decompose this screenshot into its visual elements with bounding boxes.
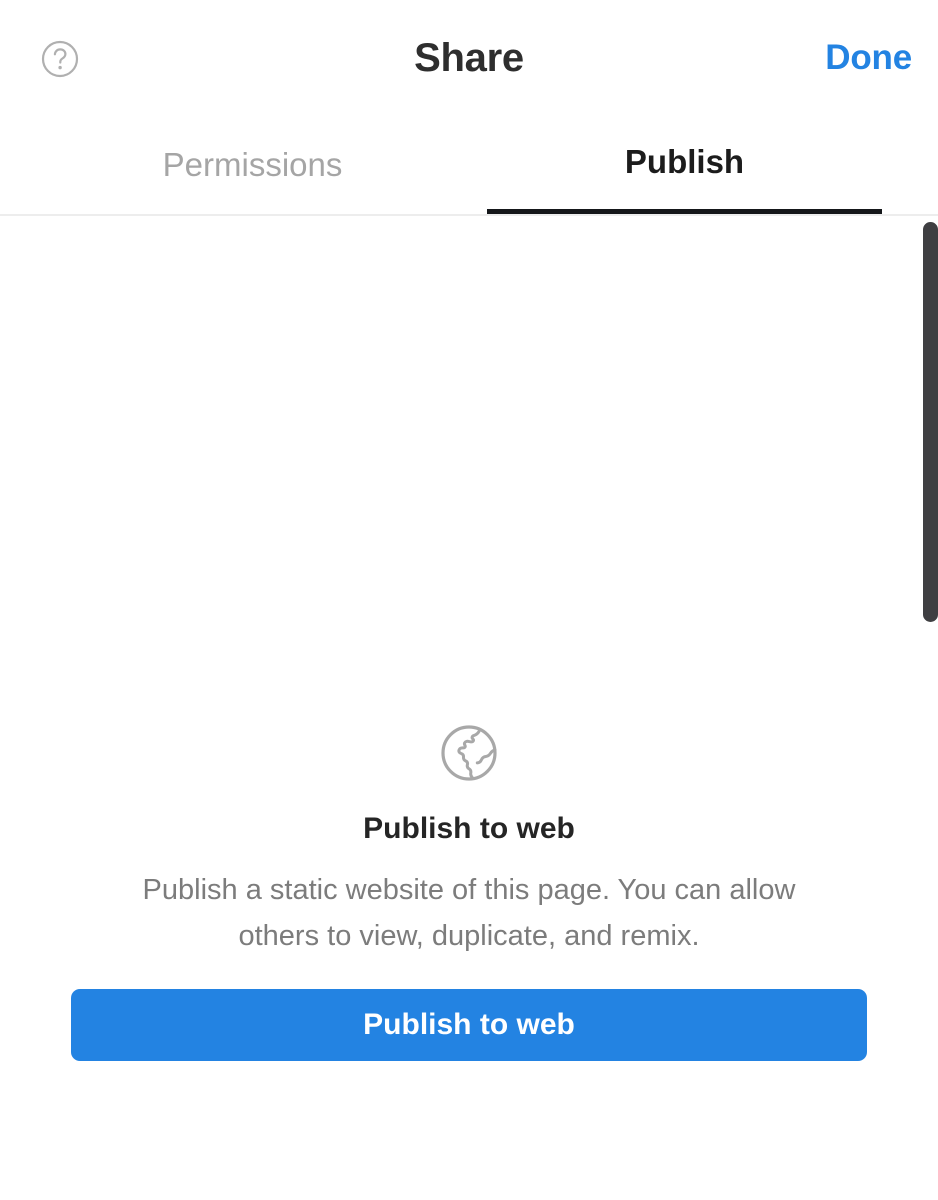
panel-title: Publish to web (363, 812, 575, 845)
tab-permissions[interactable]: Permissions (55, 115, 450, 214)
page-title: Share (414, 36, 524, 80)
vertical-scrollbar-thumb[interactable] (923, 222, 938, 622)
share-tabbar: Permissions Publish (0, 115, 938, 216)
globe-icon (439, 723, 499, 783)
panel-description: Publish a static website of this page. Y… (142, 874, 796, 952)
publish-to-web-panel: Publish to web Publish a static website … (0, 723, 938, 1061)
vertical-scrollbar-track[interactable] (920, 217, 938, 1200)
tab-publish[interactable]: Publish (487, 115, 882, 214)
publish-to-web-button[interactable]: Publish to web (71, 989, 867, 1061)
publish-tab-content: Publish to web Publish a static website … (0, 217, 938, 1200)
share-dialog-header: Share Done (0, 0, 938, 115)
done-button[interactable]: Done (825, 33, 912, 83)
